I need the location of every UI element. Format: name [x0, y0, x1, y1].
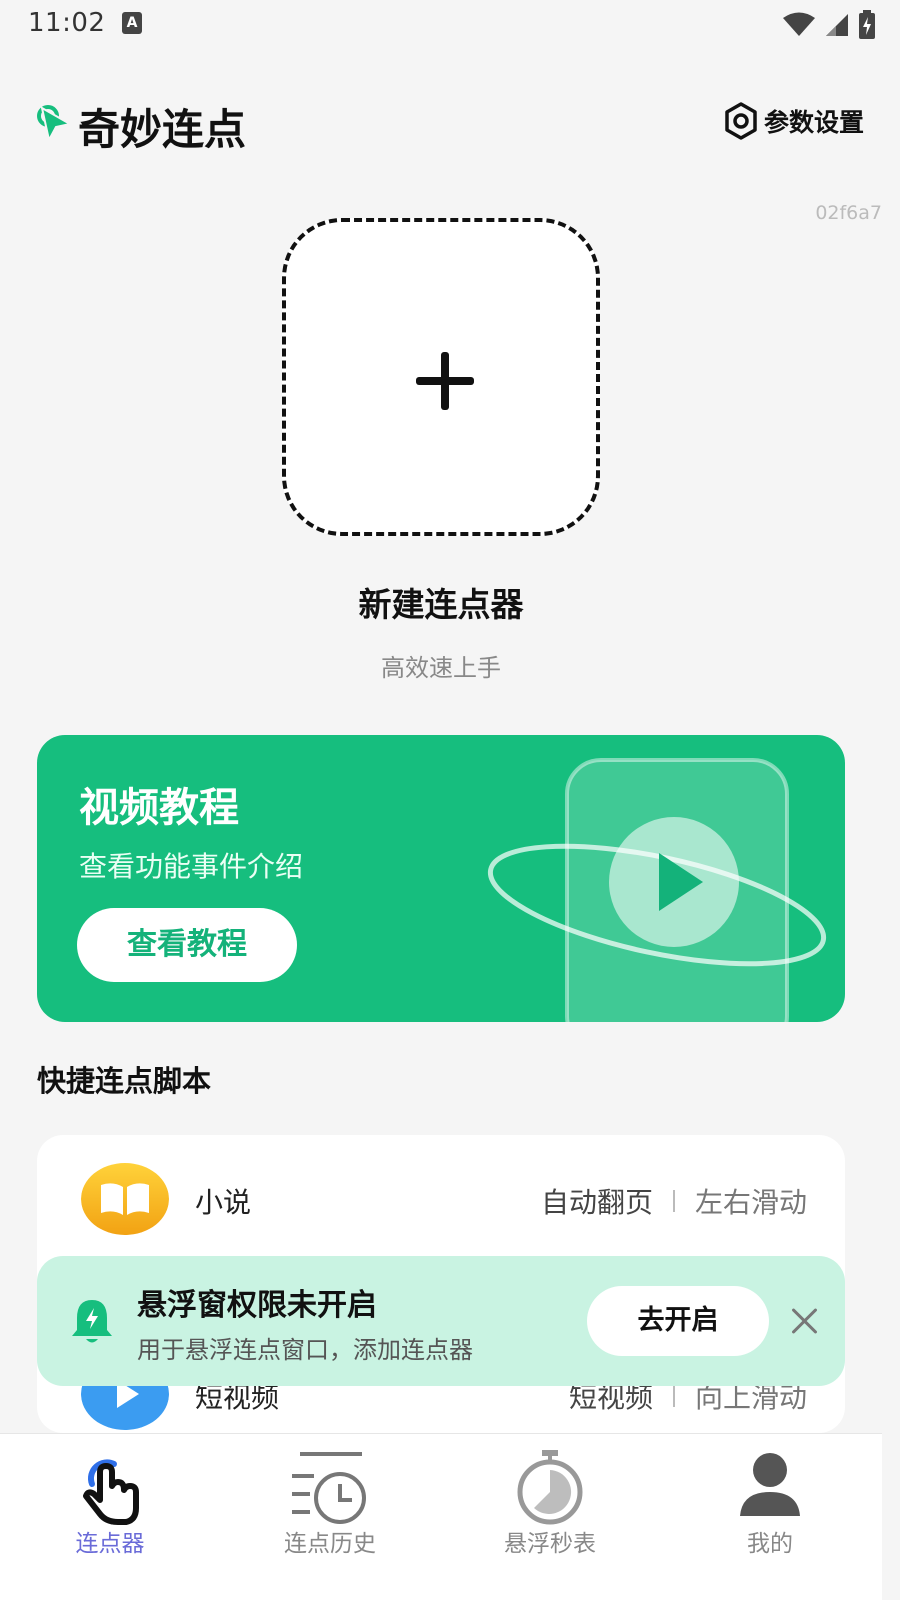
script-name: 小说 — [195, 1186, 252, 1219]
nav-label: 连点器 — [75, 1531, 145, 1557]
script-tag: 自动翻页 — [540, 1186, 653, 1219]
nav-label: 悬浮秒表 — [504, 1531, 596, 1557]
script-tag: 左右滑动 — [694, 1186, 807, 1219]
build-id: 02f6a7 — [815, 202, 882, 224]
new-clicker-subtitle: 高效速上手 — [381, 654, 501, 682]
close-icon[interactable] — [789, 1306, 819, 1336]
nav-tab-stopwatch[interactable]: 悬浮秒表 — [440, 1434, 660, 1600]
tap-hand-icon — [83, 1459, 139, 1525]
enable-permission-button[interactable]: 去开启 — [587, 1286, 769, 1356]
permission-title: 悬浮窗权限未开启 — [137, 1288, 377, 1323]
tag-divider — [672, 1385, 675, 1407]
nav-label: 连点历史 — [284, 1531, 376, 1557]
bottom-nav: 连点器 连点历史 悬浮秒表 我的 — [0, 1433, 882, 1600]
book-icon — [81, 1163, 169, 1235]
status-bar: 11:02 A — [0, 0, 900, 50]
new-clicker-title: 新建连点器 — [358, 585, 524, 624]
plus-icon — [416, 352, 474, 410]
status-time: 11:02 — [28, 8, 106, 38]
new-clicker-button[interactable] — [282, 218, 600, 536]
tag-divider — [672, 1190, 675, 1212]
tutorial-subtitle: 查看功能事件介绍 — [79, 850, 304, 883]
signal-icon — [826, 14, 848, 36]
notification-icon: A — [122, 12, 142, 34]
permission-toast: 悬浮窗权限未开启 用于悬浮连点窗口，添加连点器 去开启 — [37, 1256, 845, 1386]
settings-icon — [725, 102, 757, 140]
nav-tab-clicker[interactable]: 连点器 — [0, 1434, 220, 1600]
tutorial-title: 视频教程 — [79, 785, 239, 831]
nav-label: 我的 — [747, 1531, 793, 1557]
status-icons — [782, 10, 876, 40]
app-title: 奇妙连点 — [78, 105, 247, 154]
quick-scripts-title: 快捷连点脚本 — [37, 1064, 212, 1098]
script-item-novel[interactable]: 小说 自动翻页 左右滑动 — [37, 1135, 845, 1265]
app-logo-icon — [37, 105, 73, 142]
settings-label: 参数设置 — [763, 108, 864, 137]
wifi-icon — [783, 12, 815, 36]
user-icon — [740, 1453, 800, 1516]
history-clock-icon — [292, 1452, 366, 1524]
view-tutorial-button[interactable]: 查看教程 — [77, 908, 297, 982]
permission-subtitle: 用于悬浮连点窗口，添加连点器 — [137, 1336, 473, 1364]
nav-tab-profile[interactable]: 我的 — [660, 1434, 880, 1600]
phone-play-illustration — [487, 758, 827, 1022]
bell-icon — [72, 1300, 112, 1343]
script-tags: 自动翻页 左右滑动 — [541, 1181, 807, 1221]
nav-tab-history[interactable]: 连点历史 — [220, 1434, 440, 1600]
stopwatch-icon — [517, 1450, 583, 1525]
battery-icon — [859, 10, 875, 39]
tutorial-banner[interactable]: 视频教程 查看功能事件介绍 查看教程 — [37, 735, 845, 1022]
settings-button[interactable]: 参数设置 — [722, 102, 864, 140]
